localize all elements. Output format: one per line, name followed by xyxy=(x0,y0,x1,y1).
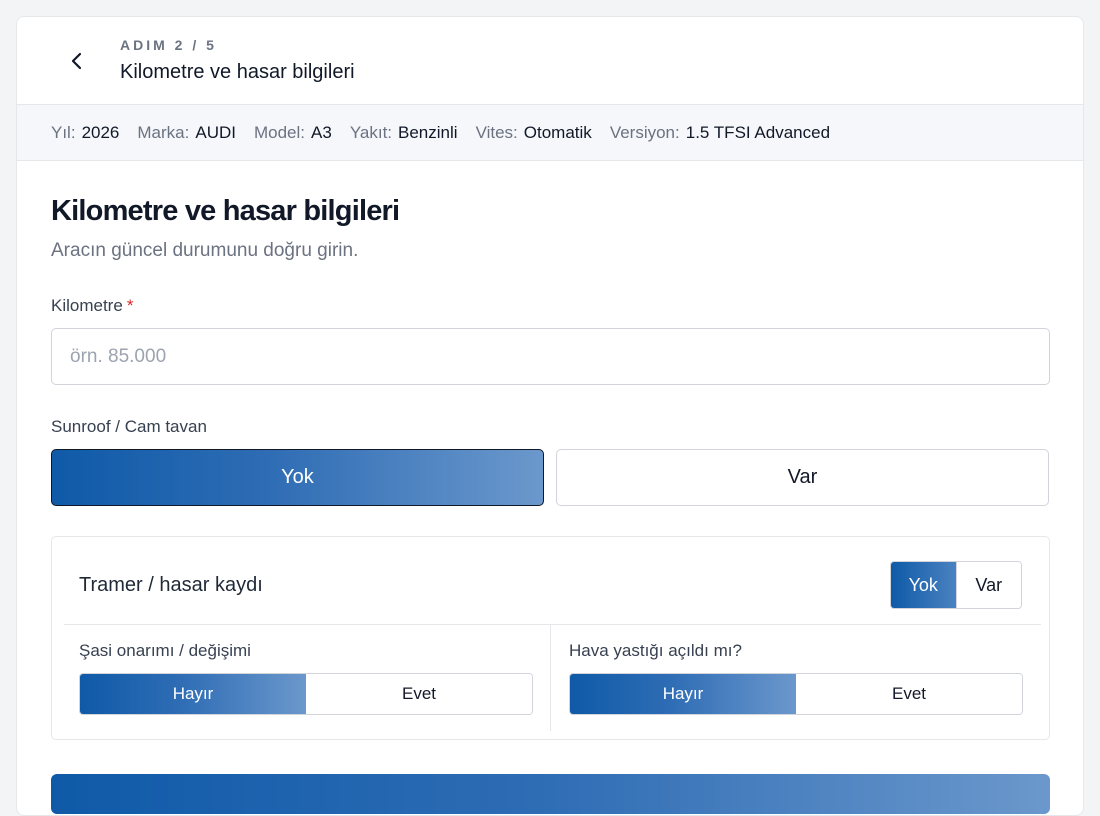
airbag-label: Hava yastığı açıldı mı? xyxy=(569,641,742,660)
info-fuel-key: Yakıt: xyxy=(349,122,393,142)
tramer-option-yok[interactable]: Yok xyxy=(891,562,956,608)
info-gear-value: Otomatik xyxy=(523,122,592,142)
airbag-selector: Hayır Evet xyxy=(569,673,1023,715)
info-model-value: A3 xyxy=(311,122,332,142)
airbag-option-hayir[interactable]: Hayır xyxy=(570,674,796,714)
sunroof-selector: Yok Var xyxy=(51,449,1049,506)
info-model: Model: A3 xyxy=(254,123,332,143)
page-subtitle: Aracın güncel durumunu doğru girin. xyxy=(51,240,359,261)
info-version-key: Versiyon: xyxy=(609,122,680,142)
info-year-key: Yıl: xyxy=(51,122,76,142)
info-year-value: 2026 xyxy=(81,122,120,142)
info-brand-value: AUDI xyxy=(195,122,236,142)
vehicle-summary-bar: Yıl: 2026 Marka: AUDI Model: A3 Yakıt: Benzi… xyxy=(17,105,1083,161)
km-input[interactable] xyxy=(51,328,1050,385)
info-brand: Marka: AUDI xyxy=(137,123,236,143)
info-version: Versiyon: 1.5 TFSI Advanced xyxy=(610,123,830,143)
info-version-value: 1.5 TFSI Advanced xyxy=(685,122,831,142)
sunroof-option-var[interactable]: Var xyxy=(556,449,1049,506)
chevron-left-icon xyxy=(71,52,82,70)
info-fuel-value: Benzinli xyxy=(398,122,458,142)
tramer-toggle: Yok Var xyxy=(890,561,1022,609)
chassis-selector: Hayır Evet xyxy=(79,673,533,715)
panel-column-divider xyxy=(550,625,551,731)
page-title: Kilometre ve hasar bilgileri xyxy=(51,195,400,227)
info-gear: Vites: Otomatik xyxy=(476,123,592,143)
info-fuel: Yakıt: Benzinli xyxy=(350,123,458,143)
km-label-text: Kilometre xyxy=(51,296,123,315)
airbag-option-evet[interactable]: Evet xyxy=(796,674,1022,714)
info-brand-key: Marka: xyxy=(137,122,190,142)
sunroof-label: Sunroof / Cam tavan xyxy=(51,417,207,436)
chassis-option-evet[interactable]: Evet xyxy=(306,674,532,714)
form-card: ADIM 2 / 5 Kilometre ve hasar bilgileri … xyxy=(16,16,1084,816)
step-indicator: ADIM 2 / 5 xyxy=(120,37,217,53)
chassis-label: Şasi onarımı / değişimi xyxy=(79,641,251,660)
tramer-option-var[interactable]: Var xyxy=(955,562,1021,608)
info-gear-key: Vites: xyxy=(475,122,518,142)
required-marker: * xyxy=(126,296,134,315)
info-year: Yıl: 2026 xyxy=(51,123,119,143)
header-title: Kilometre ve hasar bilgileri xyxy=(120,61,355,83)
panel-divider xyxy=(64,624,1041,625)
back-button[interactable] xyxy=(65,49,89,73)
info-model-key: Model: xyxy=(253,122,306,142)
step-header: ADIM 2 / 5 Kilometre ve hasar bilgileri xyxy=(17,17,1083,105)
tramer-panel: Tramer / hasar kaydı Yok Var Şasi onarım… xyxy=(51,536,1050,740)
km-label: Kilometre * xyxy=(51,296,1049,316)
tramer-title: Tramer / hasar kaydı xyxy=(79,574,263,596)
continue-button[interactable] xyxy=(51,774,1050,814)
chassis-option-hayir[interactable]: Hayır xyxy=(80,674,306,714)
form-content: Kilometre ve hasar bilgileri Aracın günc… xyxy=(17,195,1083,740)
sunroof-option-yok[interactable]: Yok xyxy=(51,449,544,506)
